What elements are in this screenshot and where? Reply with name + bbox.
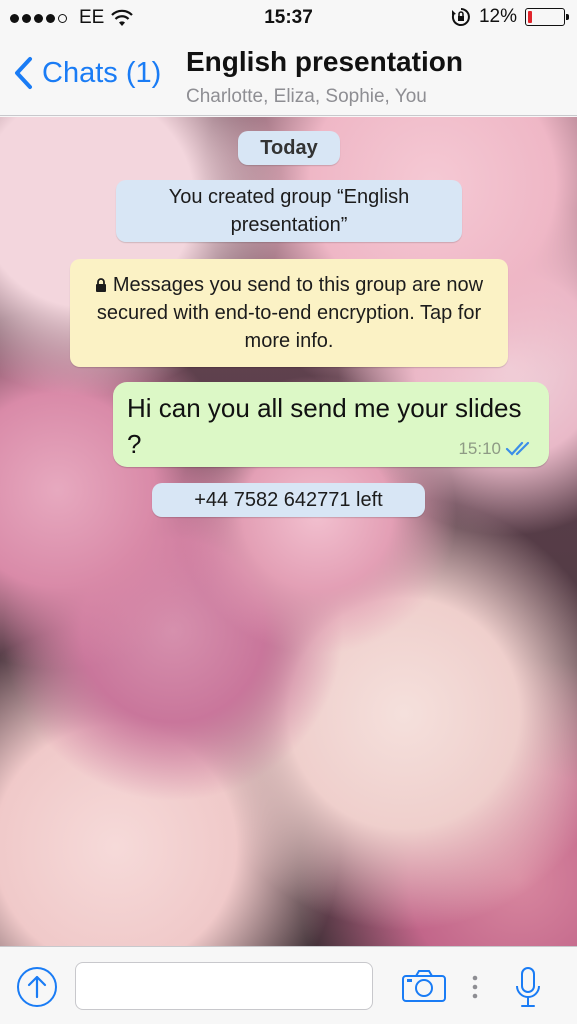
status-bar: EE 15:37 12% xyxy=(0,0,577,36)
back-button[interactable]: Chats (1) xyxy=(12,56,161,90)
back-label: Chats (1) xyxy=(42,56,162,89)
input-bar xyxy=(0,946,577,1024)
read-receipt-icon xyxy=(505,441,530,456)
outgoing-message[interactable]: Hi can you all send me your slides ? 15:… xyxy=(113,382,549,467)
microphone-icon[interactable] xyxy=(514,966,542,1008)
chevron-left-icon xyxy=(15,57,32,89)
more-icon[interactable] xyxy=(471,974,479,1000)
battery-level xyxy=(528,11,532,23)
share-icon[interactable] xyxy=(16,966,58,1008)
date-separator: Today xyxy=(238,131,340,165)
rotation-lock-icon xyxy=(451,8,470,26)
chat-title[interactable]: English presentation xyxy=(186,46,463,78)
navigation-bar: Chats (1) English presentation Charlotte… xyxy=(0,36,577,116)
camera-icon[interactable] xyxy=(401,969,447,1003)
status-right: 12% xyxy=(451,6,569,28)
encryption-notice-text: Messages you send to this group are now … xyxy=(96,274,484,352)
chat-participants[interactable]: Charlotte, Eliza, Sophie, You xyxy=(186,86,427,108)
battery-percent: 12% xyxy=(478,6,517,27)
message-time: 15:10 xyxy=(458,439,501,458)
lock-icon xyxy=(95,278,106,292)
chat-area[interactable]: Today You created group “English present… xyxy=(0,117,577,946)
message-input[interactable] xyxy=(75,962,373,1010)
system-message-left: +44 7582 642771 left xyxy=(152,483,425,517)
encryption-notice[interactable]: Messages you send to this group are now … xyxy=(70,259,508,367)
battery-icon xyxy=(525,8,569,26)
system-message-created: You created group “English presentation” xyxy=(116,180,462,242)
